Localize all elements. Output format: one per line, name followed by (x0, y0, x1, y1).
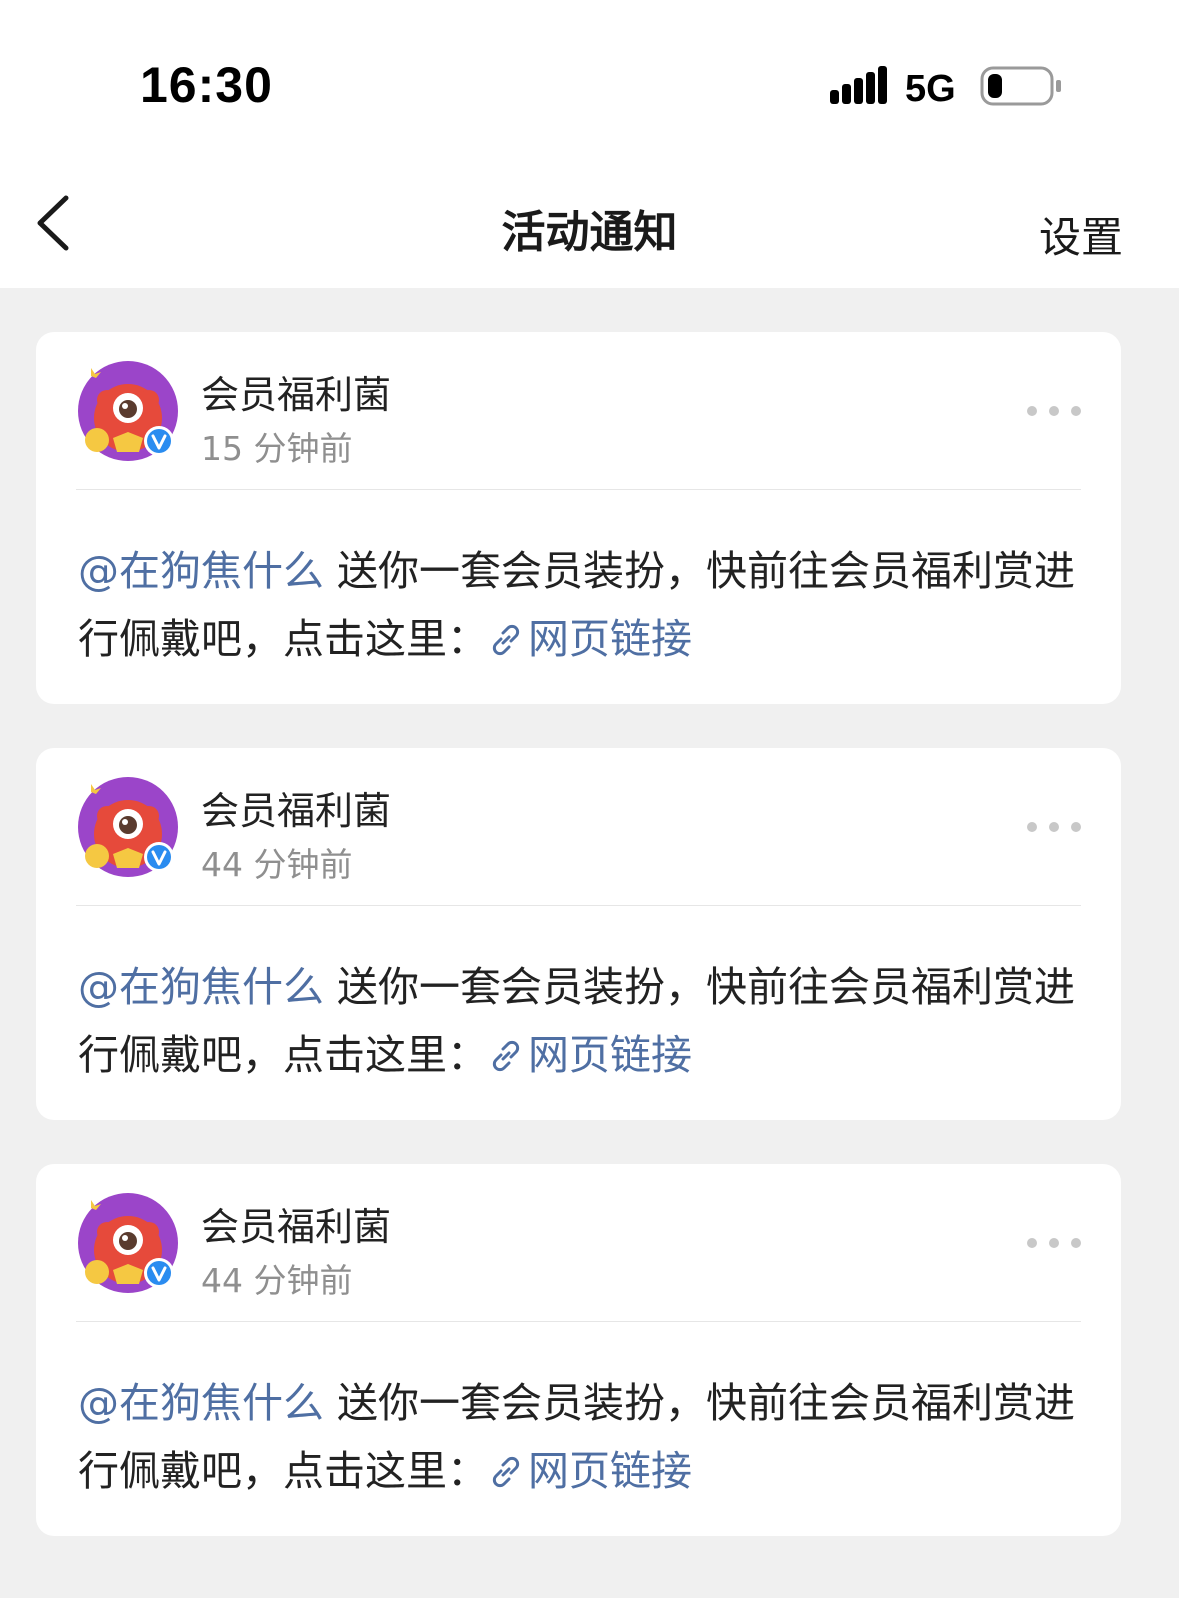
timestamp: 44 分钟前 (201, 845, 353, 884)
more-dots-icon[interactable] (1026, 818, 1082, 836)
page-title: 活动通知 (501, 207, 678, 258)
battery-icon (980, 66, 1061, 106)
user-mention[interactable]: @在狗焦什么 (78, 547, 324, 595)
sender-name[interactable]: 会员福利菌 (201, 1196, 391, 1251)
more-dots-icon[interactable] (1026, 1234, 1082, 1252)
link-icon (492, 1456, 520, 1488)
nav-bar: 活动通知 设置 (0, 150, 1179, 288)
avatar[interactable] (77, 1192, 179, 1294)
user-mention[interactable]: @在狗焦什么 (78, 1379, 324, 1427)
web-link[interactable]: 网页链接 (488, 1031, 692, 1079)
notification-message: @在狗焦什么 送你一套会员装扮，快前往会员福利赏进行佩戴吧，点击这里： 网页链接 (78, 537, 1088, 673)
sender-name[interactable]: 会员福利菌 (201, 780, 391, 835)
avatar[interactable] (77, 776, 179, 878)
timestamp: 44 分钟前 (201, 1261, 353, 1300)
status-time: 16:30 (140, 57, 273, 113)
status-bar: 16:30 5G (0, 0, 1179, 150)
network-type: 5G (905, 68, 956, 110)
web-link[interactable]: 网页链接 (488, 1447, 692, 1495)
link-icon (492, 624, 520, 656)
divider (76, 1321, 1081, 1322)
notification-card[interactable]: 会员福利菌 44 分钟前 @在狗焦什么 送你一套会员装扮，快前往会员福利赏进行佩… (36, 748, 1121, 1120)
notification-card[interactable]: 会员福利菌 15 分钟前 @在狗焦什么 送你一套会员装扮，快前往会员福利赏进行佩… (36, 332, 1121, 704)
more-dots-icon[interactable] (1026, 402, 1082, 420)
web-link[interactable]: 网页链接 (488, 615, 692, 663)
link-label[interactable]: 网页链接 (528, 615, 692, 663)
avatar[interactable] (77, 360, 179, 462)
signal-strength-icon (830, 66, 887, 104)
divider (76, 905, 1081, 906)
settings-button[interactable]: 设置 (1039, 204, 1123, 265)
user-mention[interactable]: @在狗焦什么 (78, 963, 324, 1011)
notification-card[interactable]: 会员福利菌 44 分钟前 @在狗焦什么 送你一套会员装扮，快前往会员福利赏进行佩… (36, 1164, 1121, 1536)
notification-message: @在狗焦什么 送你一套会员装扮，快前往会员福利赏进行佩戴吧，点击这里： 网页链接 (78, 1369, 1088, 1505)
link-icon (492, 1040, 520, 1072)
notification-message: @在狗焦什么 送你一套会员装扮，快前往会员福利赏进行佩戴吧，点击这里： 网页链接 (78, 953, 1088, 1089)
link-label[interactable]: 网页链接 (528, 1447, 692, 1495)
timestamp: 15 分钟前 (201, 429, 353, 468)
link-label[interactable]: 网页链接 (528, 1031, 692, 1079)
divider (76, 489, 1081, 490)
sender-name[interactable]: 会员福利菌 (201, 364, 391, 419)
